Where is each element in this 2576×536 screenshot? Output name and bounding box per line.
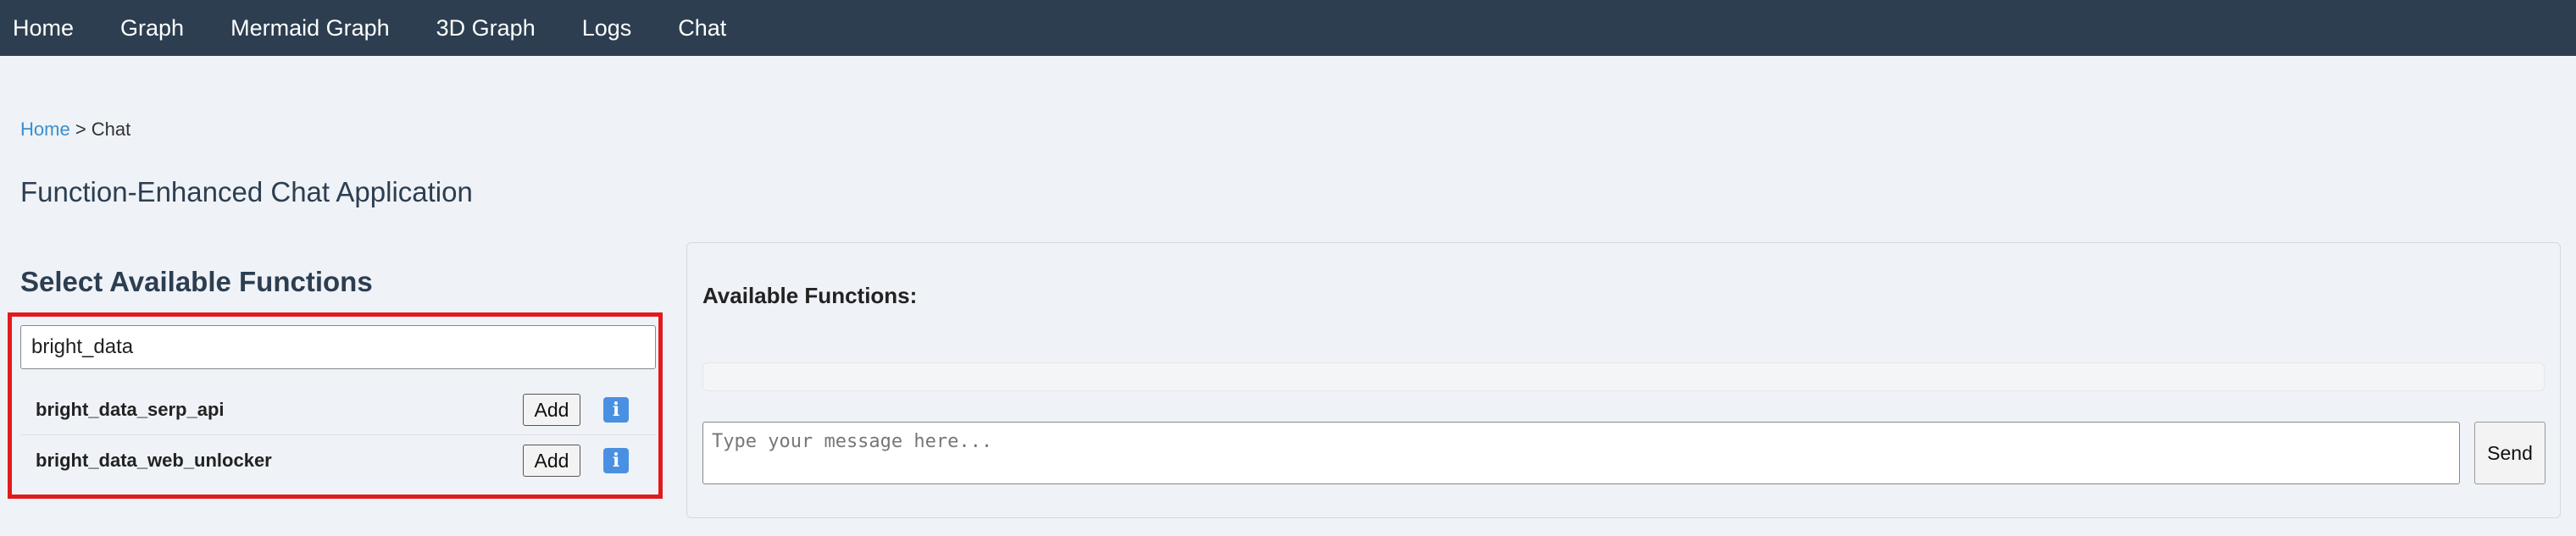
nav-item-home[interactable]: Home [13, 15, 74, 41]
function-name: bright_data_serp_api [36, 399, 225, 420]
nav-item-logs[interactable]: Logs [582, 15, 632, 41]
function-search-input[interactable] [20, 325, 656, 369]
breadcrumb-current: Chat [91, 119, 131, 140]
top-navigation: Home Graph Mermaid Graph 3D Graph Logs C… [0, 0, 2576, 56]
nav-item-chat[interactable]: Chat [678, 15, 726, 41]
send-button[interactable]: Send [2474, 422, 2545, 484]
breadcrumb-separator: > [75, 119, 86, 140]
function-result-row: bright_data_serp_api Add i [20, 385, 656, 435]
message-input[interactable] [702, 422, 2460, 484]
add-function-button[interactable]: Add [523, 445, 580, 477]
function-name: bright_data_web_unlocker [36, 450, 272, 471]
select-functions-title: Select Available Functions [20, 266, 373, 297]
add-function-button[interactable]: Add [523, 394, 580, 426]
nav-item-mermaid-graph[interactable]: Mermaid Graph [230, 15, 390, 41]
nav-item-graph[interactable]: Graph [120, 15, 184, 41]
function-result-row: bright_data_web_unlocker Add i [20, 436, 656, 485]
info-icon[interactable]: i [603, 448, 629, 473]
breadcrumb: Home > Chat [20, 119, 130, 141]
nav-item-3d-graph[interactable]: 3D Graph [436, 15, 536, 41]
available-functions-list [702, 362, 2545, 391]
available-functions-heading: Available Functions: [702, 283, 918, 308]
info-icon[interactable]: i [603, 397, 629, 423]
page-title: Function-Enhanced Chat Application [20, 176, 473, 207]
breadcrumb-home-link[interactable]: Home [20, 119, 70, 140]
